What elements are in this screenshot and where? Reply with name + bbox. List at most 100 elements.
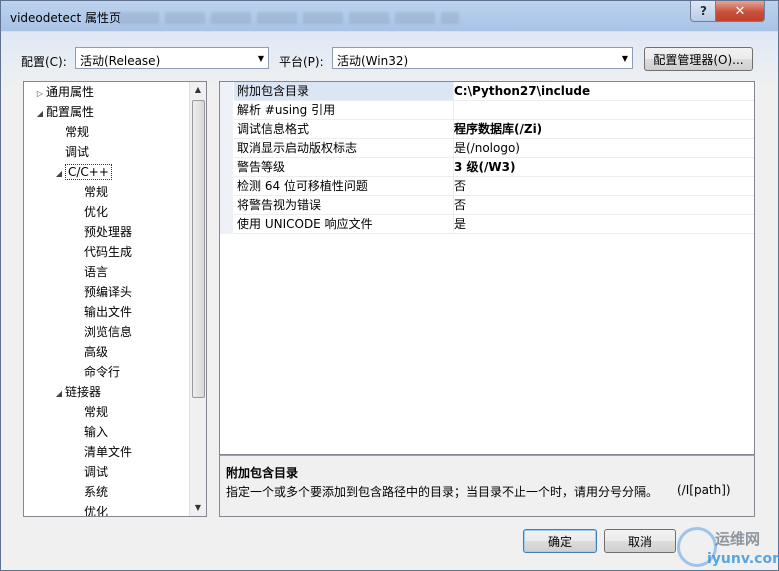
property-value[interactable]: 否 — [451, 196, 754, 215]
tree-item-label: 常规 — [84, 185, 109, 199]
property-value[interactable]: 3 级(/W3) — [451, 158, 754, 177]
tree-item[interactable]: 调试 — [53, 142, 89, 162]
row-gutter — [220, 101, 233, 120]
property-row[interactable]: 调试信息格式 程序数据库(/Zi) — [220, 120, 754, 139]
tree-item[interactable]: 输出文件 — [72, 302, 132, 322]
tree-item-label: 系统 — [84, 485, 109, 499]
property-value[interactable] — [451, 101, 754, 120]
description-switch: (/I[path]) — [677, 483, 731, 497]
property-name[interactable]: 检测 64 位可移植性问题 — [234, 177, 454, 196]
property-value[interactable]: C:\Python27\include — [451, 82, 754, 101]
scrollbar-thumb[interactable] — [192, 100, 205, 398]
tree-item-label: 调试 — [84, 465, 109, 479]
tree-item[interactable]: 语言 — [72, 262, 108, 282]
tree-item-label: 配置属性 — [46, 105, 95, 119]
tree-item-label: 高级 — [84, 345, 109, 359]
tree-item[interactable]: 常规 — [53, 122, 89, 142]
property-name[interactable]: 使用 UNICODE 响应文件 — [234, 215, 454, 234]
row-gutter — [220, 82, 233, 101]
config-dropdown-value: 活动(Release) — [80, 54, 161, 68]
row-gutter — [220, 139, 233, 158]
cancel-button[interactable]: 取消 — [604, 529, 676, 553]
tree-item-label: 调试 — [65, 145, 90, 159]
tree-item-label: 常规 — [84, 405, 109, 419]
ok-button[interactable]: 确定 — [523, 529, 597, 553]
platform-dropdown-value: 活动(Win32) — [337, 54, 409, 68]
tree-item[interactable]: 常规 — [72, 182, 108, 202]
property-name[interactable]: 解析 #using 引用 — [234, 101, 454, 120]
platform-dropdown[interactable]: 活动(Win32) ▼ — [332, 47, 633, 69]
property-value[interactable]: 否 — [451, 177, 754, 196]
tree-item-label: 输出文件 — [84, 305, 133, 319]
collapse-arrow-icon[interactable]: ◢ — [53, 164, 65, 184]
description-text: 指定一个或多个要添加到包含路径中的目录；当目录不止一个时，请用分号分隔。 — [226, 485, 659, 499]
tree-item-label: 浏览信息 — [84, 325, 133, 339]
help-button[interactable]: ? — [690, 1, 717, 22]
tree-item[interactable]: 命令行 — [72, 362, 120, 382]
property-tree: ▷ 通用属性 ◢ 配置属性 常规 调试 ◢ C/C++ 常规 优化 预处理器 代码生成 语言 预编译头 输出… — [23, 81, 207, 517]
tree-item[interactable]: 代码生成 — [72, 242, 132, 262]
chevron-down-icon: ▼ — [257, 54, 264, 63]
tree-item-label: 预编译头 — [84, 285, 133, 299]
tree-item[interactable]: ◢ C/C++ — [53, 162, 112, 182]
expand-arrow-icon[interactable]: ▷ — [34, 84, 46, 104]
property-row[interactable]: 检测 64 位可移植性问题否 — [220, 177, 754, 196]
property-row[interactable]: 取消显示启动版权标志 是(/nologo) — [220, 139, 754, 158]
config-dropdown[interactable]: 活动(Release) ▼ — [75, 47, 269, 69]
close-button[interactable]: ✕ — [715, 1, 765, 22]
tree-item-label: 优化 — [84, 505, 109, 517]
property-name[interactable]: 调试信息格式 — [234, 120, 454, 139]
tree-item[interactable]: 调试 — [72, 462, 108, 482]
tree-item[interactable]: 预处理器 — [72, 222, 132, 242]
property-row[interactable]: 解析 #using 引用 — [220, 101, 754, 120]
row-gutter — [220, 196, 233, 215]
tree-item[interactable]: ◢ 链接器 — [53, 382, 101, 402]
watermark-circle-icon — [677, 527, 717, 567]
tree-item[interactable]: 预编译头 — [72, 282, 132, 302]
config-manager-button[interactable]: 配置管理器(O)... — [644, 47, 753, 71]
tree-item[interactable]: 高级 — [72, 342, 108, 362]
property-row[interactable]: 附加包含目录 C:\Python27\include — [220, 82, 754, 101]
platform-label: 平台(P): — [279, 55, 324, 69]
tree-item[interactable]: 优化 — [72, 502, 109, 517]
tree-item[interactable]: 清单文件 — [72, 442, 132, 462]
row-gutter — [220, 177, 233, 196]
tree-item[interactable]: ◢ 配置属性 — [34, 102, 94, 122]
property-value[interactable]: 程序数据库(/Zi) — [451, 120, 754, 139]
tree-item-label: 语言 — [84, 265, 109, 279]
tree-item-label: 清单文件 — [84, 445, 133, 459]
title-bar[interactable]: videodetect 属性页 ? ✕ — [1, 1, 778, 31]
watermark-logo: 运维网 iyunv.com — [677, 523, 779, 571]
tree-item[interactable]: 输入 — [72, 422, 108, 442]
tree-item[interactable]: 优化 — [72, 202, 108, 222]
scroll-up-icon[interactable]: ▲ — [190, 82, 206, 98]
row-gutter — [220, 120, 233, 139]
property-name[interactable]: 警告等级 — [234, 158, 454, 177]
property-value[interactable]: 是(/nologo) — [451, 139, 754, 158]
property-name[interactable]: 将警告视为错误 — [234, 196, 454, 215]
description-panel: 附加包含目录 指定一个或多个要添加到包含路径中的目录；当目录不止一个时，请用分号… — [219, 455, 755, 517]
collapse-arrow-icon[interactable]: ◢ — [34, 104, 46, 124]
config-label: 配置(C): — [21, 55, 67, 69]
property-name[interactable]: 取消显示启动版权标志 — [234, 139, 454, 158]
row-gutter — [220, 215, 233, 234]
chevron-down-icon: ▼ — [621, 54, 628, 63]
property-row[interactable]: 警告等级 3 级(/W3) — [220, 158, 754, 177]
property-row[interactable]: 将警告视为错误否 — [220, 196, 754, 215]
row-gutter — [220, 158, 233, 177]
tree-item[interactable]: 常规 — [72, 402, 108, 422]
collapse-arrow-icon[interactable]: ◢ — [53, 384, 65, 404]
property-row[interactable]: 使用 UNICODE 响应文件是 — [220, 215, 754, 234]
property-grid: 附加包含目录 C:\Python27\include 解析 #using 引用 调试信… — [219, 81, 755, 455]
description-title: 附加包含目录 — [226, 466, 299, 480]
property-pages-window: videodetect 属性页 ? ✕ 配置(C): 活动(Release) ▼… — [0, 0, 779, 571]
tree-item[interactable]: 系统 — [72, 482, 108, 502]
tree-item-label: C/C++ — [65, 164, 112, 180]
tree-item[interactable]: 浏览信息 — [72, 322, 132, 342]
property-value[interactable]: 是 — [451, 215, 754, 234]
property-name[interactable]: 附加包含目录 — [234, 82, 454, 101]
scroll-down-icon[interactable]: ▼ — [190, 500, 206, 516]
tree-scrollbar[interactable]: ▲ ▼ — [189, 82, 206, 516]
tree-item[interactable]: ▷ 通用属性 — [34, 82, 94, 102]
tree-item-label: 优化 — [84, 205, 109, 219]
